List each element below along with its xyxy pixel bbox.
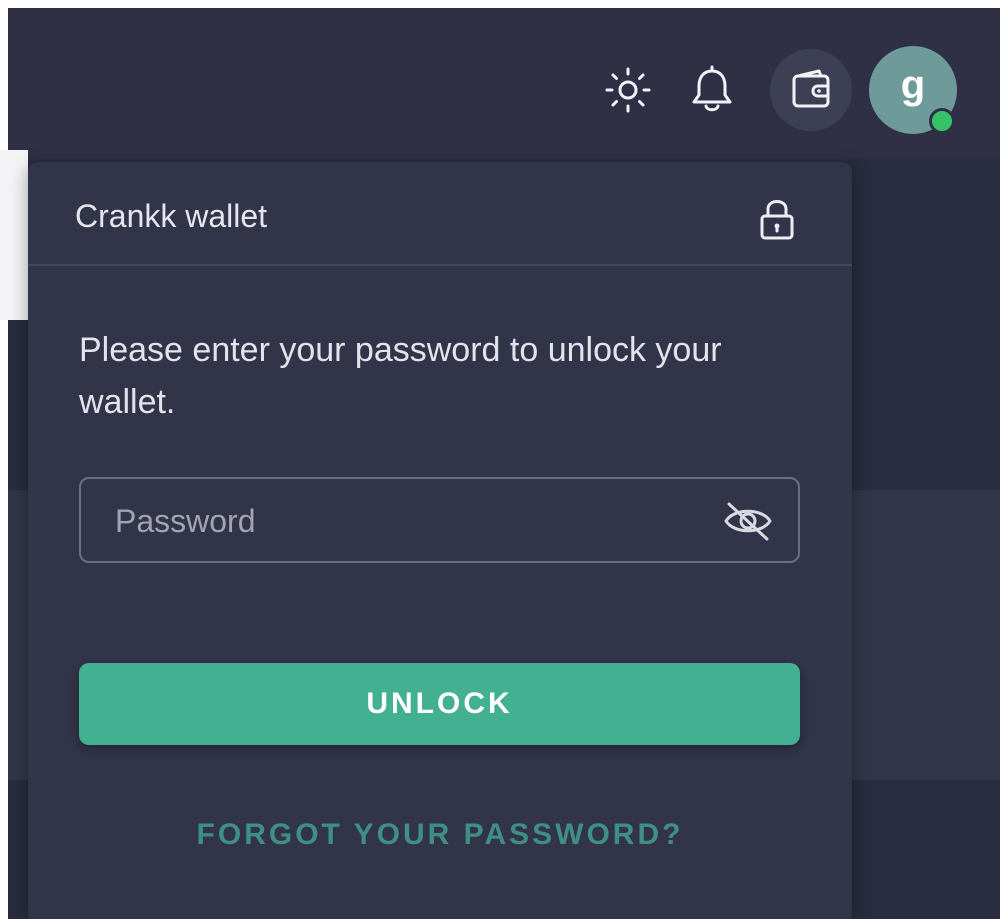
forgot-password-link[interactable]: FORGOT YOUR PASSWORD? xyxy=(28,818,852,852)
left-border xyxy=(0,0,8,919)
top-border xyxy=(0,0,1000,8)
wallet-panel: Crankk wallet Please enter your password… xyxy=(28,162,852,919)
wallet-icon xyxy=(792,69,830,108)
unlock-instructions: Please enter your password to unlock you… xyxy=(79,331,722,421)
wallet-panel-header: Crankk wallet xyxy=(28,162,852,266)
wallet-panel-title: Crankk wallet xyxy=(75,198,268,234)
sun-icon xyxy=(605,67,651,113)
unlock-button[interactable]: UNLOCK xyxy=(79,663,800,745)
wallet-button[interactable] xyxy=(770,49,852,131)
password-field xyxy=(79,477,800,563)
left-background-fragment xyxy=(0,150,28,320)
password-input[interactable] xyxy=(113,479,707,563)
avatar-initial: g xyxy=(900,63,926,107)
theme-toggle-button[interactable] xyxy=(600,62,656,118)
online-status-indicator xyxy=(929,108,955,134)
bell-icon xyxy=(692,65,732,112)
notifications-button[interactable] xyxy=(684,62,740,118)
eye-slash-icon[interactable] xyxy=(723,499,773,543)
lock-icon xyxy=(760,200,794,240)
